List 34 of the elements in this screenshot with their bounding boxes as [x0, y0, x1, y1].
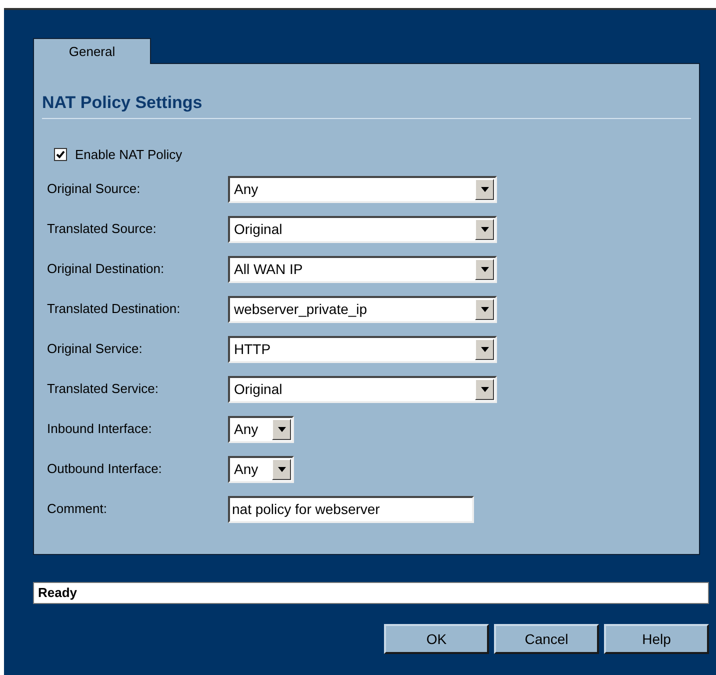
- dropdown-value: Any: [233, 180, 260, 199]
- status-bar: Ready: [33, 582, 709, 604]
- dropdown-value: Original: [233, 220, 284, 239]
- field-label: Translated Destination:: [47, 300, 182, 318]
- dropdown[interactable]: HTTP: [228, 336, 497, 362]
- dropdown[interactable]: All WAN IP: [228, 256, 497, 282]
- field-label: Original Destination:: [47, 260, 166, 278]
- dropdown-value: HTTP: [233, 340, 272, 358]
- dropdown[interactable]: Any: [228, 416, 294, 442]
- dropdown-value: All WAN IP: [233, 260, 304, 278]
- dropdown-value: Any: [233, 460, 260, 479]
- field-label: Original Service:: [47, 340, 144, 358]
- dropdown-value: Any: [233, 420, 260, 439]
- field-label: Inbound Interface:: [47, 420, 153, 438]
- section-title: NAT Policy Settings: [42, 90, 691, 118]
- dropdown[interactable]: webserver_private_ip: [228, 296, 497, 322]
- dropdown-value: Original: [233, 380, 284, 399]
- dropdown[interactable]: Original: [228, 376, 497, 402]
- field-label: Translated Source:: [47, 220, 158, 238]
- comment-field[interactable]: nat policy for webserver: [228, 496, 474, 522]
- dropdown[interactable]: Original: [228, 216, 497, 242]
- dialog-button[interactable]: OK: [384, 624, 489, 654]
- dialog-button[interactable]: Cancel: [494, 624, 599, 654]
- tab[interactable]: General: [33, 38, 151, 64]
- field-label: Translated Service:: [47, 380, 160, 398]
- dialog-button[interactable]: Help: [604, 624, 709, 654]
- dropdown-value: webserver_private_ip: [233, 300, 368, 319]
- field-label: Outbound Interface:: [47, 460, 163, 478]
- dropdown[interactable]: Any: [228, 456, 294, 482]
- dropdown[interactable]: Any: [228, 176, 497, 202]
- checkbox-label: Enable NAT Policy: [75, 146, 182, 164]
- enable-checkbox[interactable]: [54, 148, 67, 161]
- field-label: Original Source:: [47, 180, 142, 198]
- field-label: Comment:: [47, 500, 108, 518]
